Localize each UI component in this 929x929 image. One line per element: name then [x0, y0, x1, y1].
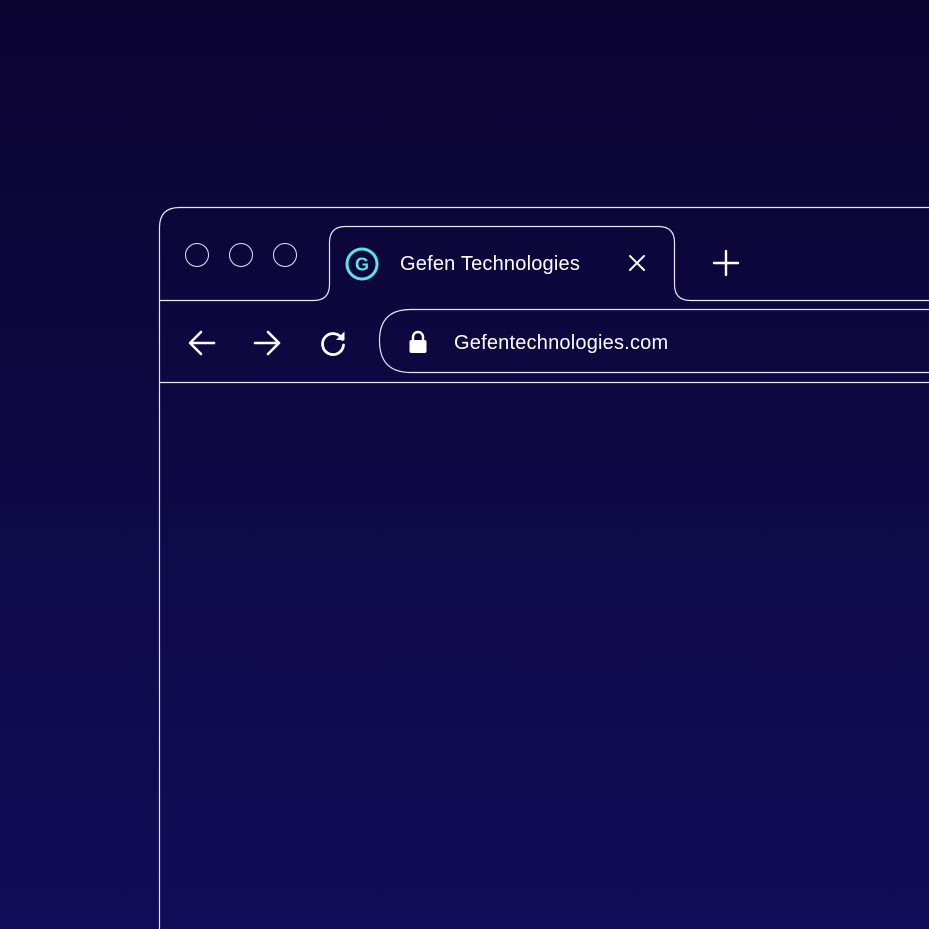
window-close-button[interactable]: [185, 243, 209, 267]
url-text: Gefentechnologies.com: [454, 332, 669, 354]
window-minimize-button[interactable]: [229, 243, 253, 267]
arrow-right-icon: [253, 330, 281, 356]
reload-icon: [321, 331, 345, 356]
plus-icon: [712, 249, 740, 277]
forward-button[interactable]: [249, 325, 285, 361]
tab-title: Gefen Technologies: [400, 253, 581, 275]
tab-close-button[interactable]: [623, 249, 651, 277]
browser-illustration: G Gefen Technologies Gefentechnologies.c…: [0, 0, 929, 929]
favicon-letter: G: [355, 255, 369, 275]
close-icon: [629, 255, 645, 271]
favicon-icon: G: [345, 247, 379, 281]
window-maximize-button[interactable]: [273, 243, 297, 267]
back-button[interactable]: [184, 325, 220, 361]
lock-icon: [409, 330, 427, 353]
page-content-area: [160, 383, 929, 929]
new-tab-button[interactable]: [708, 245, 744, 281]
reload-button[interactable]: [315, 325, 351, 361]
arrow-left-icon: [188, 330, 216, 356]
